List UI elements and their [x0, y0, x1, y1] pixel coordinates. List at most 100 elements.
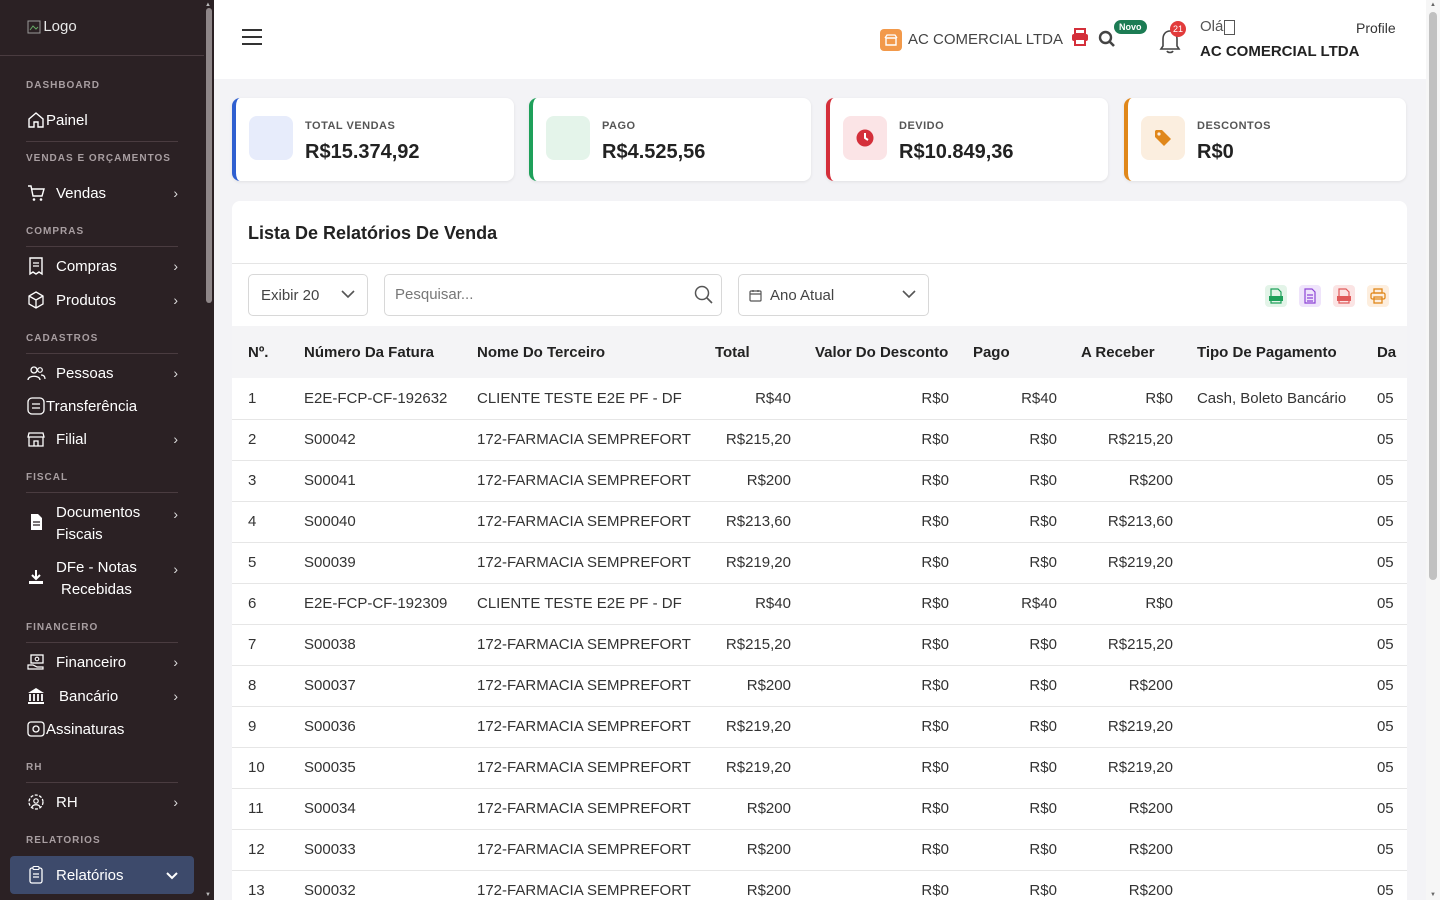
cell-party: 172-FARMACIA SEMPREFORT — [465, 501, 703, 543]
sidebar-item-documentos-fiscais[interactable]: Documentos Fiscais › — [26, 502, 178, 546]
cell-party: 172-FARMACIA SEMPREFORT — [465, 665, 703, 707]
sidebar-item-dfe[interactable]: DFe - Notas Recebidas › — [26, 557, 178, 601]
cell-date: 05 — [1364, 706, 1407, 748]
scroll-down-icon[interactable]: ▼ — [1430, 892, 1436, 898]
sidebar-item-transferencia[interactable]: Transferência — [26, 396, 178, 416]
sidebar-item-assinaturas[interactable]: Assinaturas — [26, 719, 178, 739]
cell-total: R$219,20 — [702, 542, 803, 584]
sidebar-item-compras[interactable]: Compras › — [26, 256, 178, 276]
sidebar-scrollbar[interactable]: ▲ ▼ — [204, 0, 214, 900]
col-header-invoice[interactable]: Número Da Fatura — [292, 326, 465, 378]
cell-invoice: S00034 — [292, 788, 465, 830]
table-row[interactable]: 4 S00040 172-FARMACIA SEMPREFORT R$213,60 R$… — [232, 501, 1407, 543]
search-field[interactable] — [384, 274, 722, 316]
cell-party: 172-FARMACIA SEMPREFORT — [465, 542, 703, 584]
search-icon[interactable] — [1098, 30, 1116, 53]
receipt-icon — [26, 256, 46, 276]
table-row[interactable]: 13 S00032 172-FARMACIA SEMPREFORT R$200 R$0 R… — [232, 870, 1407, 900]
menu-toggle-icon[interactable] — [242, 29, 262, 50]
divider — [26, 353, 178, 354]
page-size-select[interactable]: Exibir 20 — [248, 274, 368, 316]
avatar-alt-text: Profile — [1356, 20, 1396, 36]
download-icon — [26, 567, 46, 587]
cell-total: R$40 — [702, 583, 803, 625]
table-row[interactable]: 12 S00033 172-FARMACIA SEMPREFORT R$200 R$0 R… — [232, 829, 1407, 871]
sidebar-item-bancario[interactable]: Bancário › — [26, 686, 178, 706]
search-input[interactable] — [395, 275, 685, 313]
cell-paid: R$0 — [960, 829, 1069, 871]
table-row[interactable]: 1 E2E-FCP-CF-192632 CLIENTE TESTE E2E PF -… — [232, 378, 1407, 420]
cell-party: 172-FARMACIA SEMPREFORT — [465, 788, 703, 830]
page-scrollbar[interactable]: ▲ ▼ — [1426, 0, 1440, 900]
printer-icon[interactable] — [1071, 28, 1089, 51]
table-row[interactable]: 11 S00034 172-FARMACIA SEMPREFORT R$200 R$0 R… — [232, 788, 1407, 830]
cell-date: 05 — [1364, 542, 1407, 584]
export-doc-icon[interactable] — [1299, 285, 1321, 307]
cell-payment-type — [1184, 788, 1365, 830]
sidebar-item-painel[interactable]: Painel — [26, 110, 178, 130]
sidebar-scroll-thumb[interactable] — [206, 8, 212, 303]
col-header-party[interactable]: Nome Do Terceiro — [465, 326, 703, 378]
cell-date: 05 — [1364, 747, 1407, 789]
table-row[interactable]: 2 S00042 172-FARMACIA SEMPREFORT R$215,20 R$… — [232, 419, 1407, 461]
col-header-receivable[interactable]: A Receber — [1069, 326, 1185, 378]
cell-invoice: S00033 — [292, 829, 465, 871]
avatar[interactable]: Profile — [1356, 19, 1406, 63]
card-value: R$10.849,36 — [899, 141, 1014, 163]
table-row[interactable]: 10 S00035 172-FARMACIA SEMPREFORT R$219,20 R… — [232, 747, 1407, 789]
sidebar-item-vendas[interactable]: Vendas › — [26, 183, 178, 203]
sidebar-item-filial[interactable]: Filial › — [26, 429, 178, 449]
cell-invoice: E2E-FCP-CF-192309 — [292, 583, 465, 625]
sidebar-item-label: Assinaturas — [46, 720, 125, 738]
page-size-value: Exibir 20 — [261, 286, 320, 304]
table-row[interactable]: 7 S00038 172-FARMACIA SEMPREFORT R$215,20 R$… — [232, 624, 1407, 666]
col-header-discount[interactable]: Valor Do Desconto — [803, 326, 961, 378]
search-icon[interactable] — [694, 285, 713, 309]
cell-total: R$219,20 — [702, 706, 803, 748]
period-select[interactable]: Ano Atual — [738, 274, 929, 316]
col-header-payment-type[interactable]: Tipo De Pagamento — [1185, 326, 1365, 378]
sidebar-item-label: Relatórios — [56, 866, 124, 884]
table-row[interactable]: 6 E2E-FCP-CF-192309 CLIENTE TESTE E2E PF -… — [232, 583, 1407, 625]
cell-paid: R$0 — [960, 706, 1069, 748]
export-csv-icon[interactable] — [1265, 285, 1287, 307]
cell-invoice: S00036 — [292, 706, 465, 748]
cell-payment-type — [1184, 870, 1365, 900]
scroll-up-icon[interactable]: ▲ — [1430, 2, 1436, 8]
page-scroll-thumb[interactable] — [1429, 12, 1437, 580]
cell-receivable: R$200 — [1068, 788, 1185, 830]
notification-count-badge: 21 — [1170, 21, 1186, 37]
table-row[interactable]: 9 S00036 172-FARMACIA SEMPREFORT R$219,20 R$… — [232, 706, 1407, 748]
chevron-down-icon — [902, 287, 916, 305]
table-row[interactable]: 3 S00041 172-FARMACIA SEMPREFORT R$200 R$0 R$… — [232, 460, 1407, 502]
cell-date: 05 — [1364, 583, 1407, 625]
col-header-date[interactable]: Da — [1365, 326, 1407, 378]
cell-party: 172-FARMACIA SEMPREFORT — [465, 460, 703, 502]
cell-payment-type — [1184, 542, 1365, 584]
sidebar-item-rh[interactable]: RH › — [26, 792, 178, 812]
company-name: AC COMERCIAL LTDA — [908, 31, 1064, 48]
divider — [26, 141, 178, 142]
cell-receivable: R$200 — [1068, 870, 1185, 900]
company-selector[interactable]: AC COMERCIAL LTDA — [880, 28, 1089, 51]
scroll-down-icon[interactable]: ▼ — [205, 892, 211, 898]
col-header-paid[interactable]: Pago — [961, 326, 1069, 378]
col-header-total[interactable]: Total — [703, 326, 803, 378]
cell-party: 172-FARMACIA SEMPREFORT — [465, 829, 703, 871]
export-pdf-icon[interactable] — [1333, 285, 1355, 307]
cell-discount: R$0 — [802, 870, 961, 900]
table-row[interactable]: 8 S00037 172-FARMACIA SEMPREFORT R$200 R$0 R$… — [232, 665, 1407, 707]
sidebar-item-relatorios[interactable]: Relatórios — [26, 865, 178, 885]
cell-num: 12 — [232, 829, 292, 871]
logo[interactable]: Logo — [0, 0, 214, 56]
sidebar-item-pessoas[interactable]: Pessoas › — [26, 363, 178, 383]
print-icon[interactable] — [1367, 285, 1389, 307]
chevron-right-icon: › — [173, 292, 178, 308]
sidebar-item-produtos[interactable]: Produtos › — [26, 290, 178, 310]
col-header-num[interactable]: Nº. — [232, 326, 292, 378]
sidebar-item-financeiro[interactable]: Financeiro › — [26, 652, 178, 672]
table-row[interactable]: 5 S00039 172-FARMACIA SEMPREFORT R$219,20 R$… — [232, 542, 1407, 584]
cell-num: 9 — [232, 706, 292, 748]
cell-total: R$219,20 — [702, 747, 803, 789]
cell-paid: R$0 — [960, 624, 1069, 666]
